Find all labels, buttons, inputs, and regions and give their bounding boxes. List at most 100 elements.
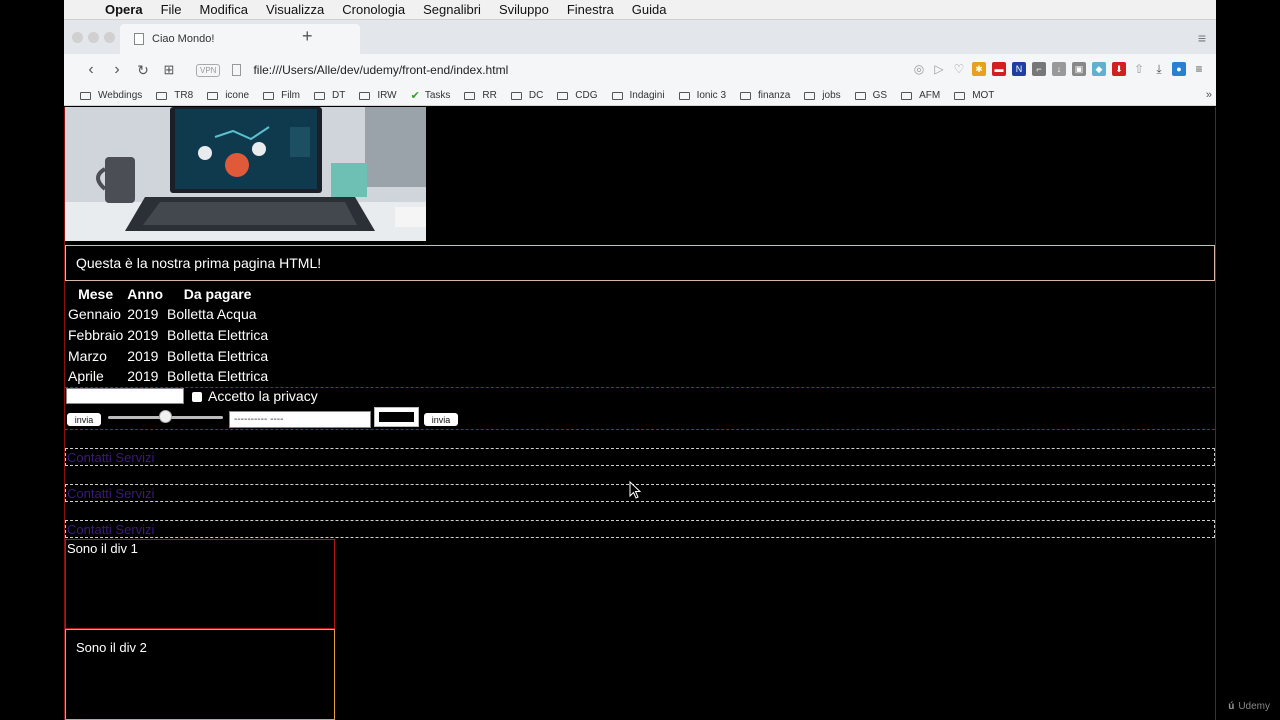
hero-image — [65, 107, 426, 241]
tab-active[interactable]: Ciao Mondo! — [120, 24, 360, 54]
table-cell: Bolletta Elettrica — [167, 368, 269, 385]
back-icon[interactable]: ‹ — [78, 61, 104, 79]
table-cell: 2019 — [127, 368, 159, 385]
bookmark-tr8[interactable]: TR8 — [156, 90, 193, 101]
bookmark-dt[interactable]: DT — [314, 90, 345, 101]
privacy-checkbox[interactable] — [192, 392, 202, 402]
more-bookmarks-icon[interactable]: » — [1206, 89, 1212, 101]
extension-icons: ◎ ▷ ♡ ✱ ▬ N ⌐ ↓ ▣ ◆ ⬇ ⇧ ⤓ ● ≡ — [912, 62, 1206, 76]
forward-icon[interactable]: › — [104, 61, 130, 79]
page-viewport: Questa è la nostra prima pagina HTML! Me… — [64, 107, 1216, 720]
menu-visualizza[interactable]: Visualizza — [257, 2, 333, 17]
page-icon — [232, 64, 242, 76]
bookmark-jobs[interactable]: jobs — [804, 90, 841, 101]
div-two: Sono il div 2 — [65, 629, 335, 720]
submit-button[interactable]: invia — [67, 413, 101, 426]
bills-table: Mese Anno Da pagare Gennaio 2019 Bollett… — [66, 283, 270, 387]
watermark-text: Udemy — [1238, 701, 1270, 712]
heart-icon[interactable]: ♡ — [952, 62, 966, 76]
toggle-icon[interactable]: ● — [1172, 62, 1186, 76]
menu-guida[interactable]: Guida — [623, 2, 676, 17]
new-tab-button[interactable]: + — [302, 26, 313, 47]
zoom-window-button[interactable] — [104, 32, 115, 43]
checkmark-icon: ✔ — [410, 90, 420, 102]
table-cell: Gennaio — [68, 306, 121, 323]
table-row: Marzo 2019 Bolletta Elettrica — [66, 345, 270, 366]
color-swatch — [379, 412, 414, 422]
tabs-grid-icon[interactable]: ⊞ — [156, 62, 182, 78]
menu-sviluppo[interactable]: Sviluppo — [490, 2, 558, 17]
menu-file[interactable]: File — [152, 2, 191, 17]
bookmark-gs[interactable]: GS — [854, 90, 887, 101]
bookmarks-bar: Webdings TR8 icone Film DT IRW ✔ Tasks RR… — [64, 86, 1216, 106]
bookmark-dc[interactable]: DC — [510, 90, 543, 101]
folder-icon — [359, 91, 371, 100]
date-input[interactable]: ---------- ---- — [229, 411, 371, 428]
table-row: Febbraio 2019 Bolletta Elettrica — [66, 325, 270, 346]
extension-save-icon[interactable]: ⬇ — [1112, 62, 1126, 76]
file-icon — [134, 33, 144, 45]
settings-icon[interactable]: ≡ — [1192, 62, 1206, 76]
extension-n-icon[interactable]: N — [1012, 62, 1026, 76]
folder-icon — [207, 91, 219, 100]
menu-app[interactable]: Opera — [96, 2, 152, 17]
privacy-label: Accetto la privacy — [208, 388, 318, 404]
tab-bar: Ciao Mondo! + ≡ — [64, 20, 1216, 54]
folder-icon — [740, 91, 752, 100]
column-header: Mese — [78, 285, 114, 302]
bookmark-film[interactable]: Film — [263, 90, 300, 101]
menu-bar: Opera File Modifica Visualizza Cronologi… — [64, 0, 1216, 20]
send-icon[interactable]: ▷ — [932, 62, 946, 76]
extension-camera-icon[interactable]: ▣ — [1072, 62, 1086, 76]
menu-finestra[interactable]: Finestra — [558, 2, 623, 17]
folder-icon — [263, 91, 275, 100]
table-cell: 2019 — [127, 347, 159, 364]
column-header: Da pagare — [183, 285, 252, 302]
folder-icon — [901, 91, 913, 100]
bookmark-irw[interactable]: IRW — [359, 90, 397, 101]
folder-icon — [557, 91, 569, 100]
nav-link[interactable]: Contatti Servizi — [67, 450, 154, 465]
bookmark-cdg[interactable]: CDG — [557, 90, 598, 101]
bookmark-afm[interactable]: AFM — [901, 90, 940, 101]
folder-icon — [611, 91, 623, 100]
minimize-window-button[interactable] — [88, 32, 99, 43]
menu-cronologia[interactable]: Cronologia — [333, 2, 414, 17]
close-window-button[interactable] — [72, 32, 83, 43]
bookmark-tasks[interactable]: ✔ Tasks — [411, 89, 451, 102]
share-icon[interactable]: ⇧ — [1132, 62, 1146, 76]
download-icon[interactable]: ⤓ — [1152, 62, 1166, 76]
bookmark-indagini[interactable]: Indagini — [611, 90, 665, 101]
udemy-logo-icon: ú — [1228, 701, 1235, 712]
extension-red-icon[interactable]: ▬ — [992, 62, 1006, 76]
tab-menu-icon[interactable]: ≡ — [1198, 30, 1206, 46]
submit-button-2[interactable]: invia — [424, 413, 458, 426]
vpn-badge[interactable]: VPN — [196, 63, 221, 77]
bookmark-rr[interactable]: RR — [464, 90, 497, 101]
range-thumb[interactable] — [159, 410, 172, 423]
bookmark-finanza[interactable]: finanza — [740, 90, 790, 101]
extension-download-icon[interactable]: ↓ — [1052, 62, 1066, 76]
bookmark-icone[interactable]: icone — [207, 90, 249, 101]
tab-title: Ciao Mondo! — [152, 33, 215, 45]
div-two-text: Sono il div 2 — [76, 640, 147, 655]
extension-gear-icon[interactable]: ✱ — [972, 62, 986, 76]
table-header-row: Mese Anno Da pagare — [66, 283, 270, 304]
camera-icon[interactable]: ◎ — [912, 62, 926, 76]
extension-cube-icon[interactable]: ◆ — [1092, 62, 1106, 76]
menu-modifica[interactable]: Modifica — [191, 2, 257, 17]
color-picker[interactable] — [374, 407, 419, 427]
bookmark-ionic3[interactable]: Ionic 3 — [678, 90, 726, 101]
text-input[interactable] — [66, 388, 184, 404]
bookmark-mot[interactable]: MOT — [954, 90, 994, 101]
menu-segnalibri[interactable]: Segnalibri — [414, 2, 490, 17]
nav-bar: Contatti Servizi — [65, 448, 1215, 466]
nav-link[interactable]: Contatti Servizi — [67, 486, 154, 501]
folder-icon — [510, 91, 522, 100]
nav-link[interactable]: Contatti Servizi — [67, 522, 154, 537]
table-cell: Aprile — [68, 368, 104, 385]
bookmark-webdings[interactable]: Webdings — [80, 90, 142, 101]
reload-icon[interactable]: ↻ — [130, 62, 156, 79]
address-field[interactable]: file:///Users/Alle/dev/udemy/front-end/i… — [253, 63, 508, 77]
extension-pin-icon[interactable]: ⌐ — [1032, 62, 1046, 76]
